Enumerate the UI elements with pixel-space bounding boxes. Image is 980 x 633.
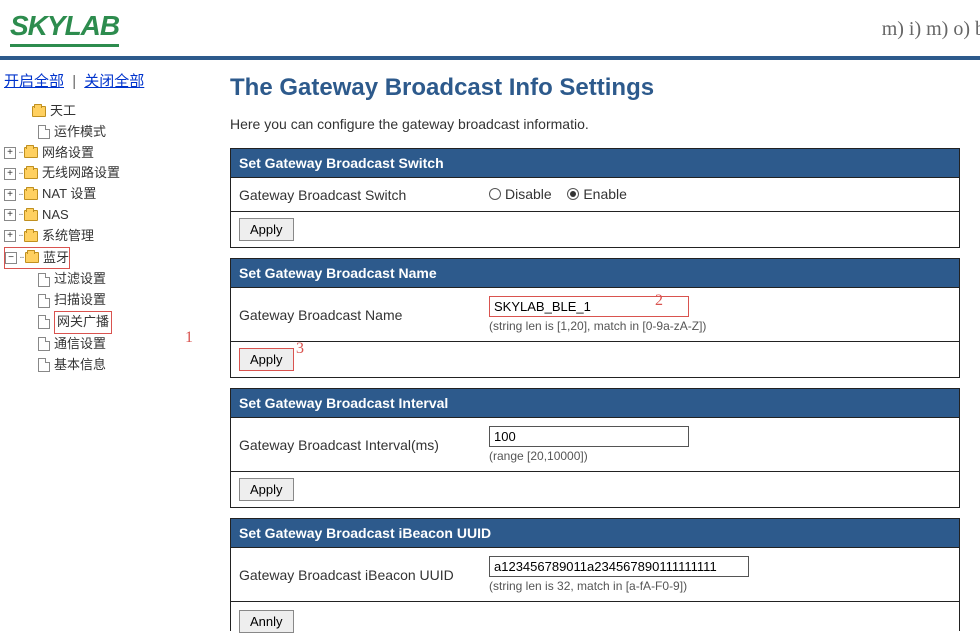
annotation-2: 2	[655, 292, 663, 310]
expand-icon[interactable]: +	[4, 147, 16, 159]
nav-tree: 天工 运作模式 + ··· 网络设置 + ··· 无线网路设置 + ··· NA…	[4, 101, 196, 375]
radio-icon-checked	[567, 188, 579, 200]
apply-button-switch[interactable]: Apply	[239, 218, 294, 241]
tree-item-info[interactable]: 基本信息	[4, 355, 196, 376]
section-header-uuid: Set Gateway Broadcast iBeacon UUID	[230, 518, 960, 548]
folder-icon	[32, 106, 46, 117]
tree-item-comm[interactable]: 通信设置	[4, 334, 196, 355]
page-subtitle: Here you can configure the gateway broad…	[230, 116, 960, 132]
page-title: The Gateway Broadcast Info Settings	[230, 74, 960, 102]
file-icon	[38, 273, 50, 287]
folder-icon	[24, 231, 38, 242]
section-header-name: Set Gateway Broadcast Name	[230, 258, 960, 288]
logo-block: SKYLAB	[10, 10, 119, 47]
annotation-3: 3	[296, 340, 304, 358]
section-body-name: Gateway Broadcast Name (string len is [1…	[230, 288, 960, 342]
label-switch: Gateway Broadcast Switch	[239, 187, 489, 203]
annotation-1: 1	[185, 329, 193, 347]
tree-item-wireless[interactable]: + ··· 无线网路设置	[4, 163, 196, 184]
label-name: Gateway Broadcast Name	[239, 307, 489, 323]
radio-disable[interactable]: Disable	[489, 186, 552, 202]
close-all-link[interactable]: 关闭全部	[84, 73, 144, 90]
tree-controls: 开启全部 | 关闭全部	[4, 70, 196, 91]
collapse-icon[interactable]: −	[5, 252, 17, 264]
expand-icon[interactable]: +	[4, 189, 16, 201]
radio-icon	[489, 188, 501, 200]
file-icon	[38, 294, 50, 308]
radio-enable[interactable]: Enable	[567, 186, 627, 202]
folder-icon	[24, 168, 38, 179]
logo-text: SKYLAB	[10, 10, 119, 42]
tree-item-filter[interactable]: 过滤设置	[4, 269, 196, 290]
logo-underline	[10, 44, 119, 47]
expand-icon[interactable]: +	[4, 209, 16, 221]
folder-icon	[25, 252, 39, 263]
section-body-interval: Gateway Broadcast Interval(ms) (range [2…	[230, 418, 960, 472]
apply-button-name[interactable]: Apply	[239, 348, 294, 371]
file-icon	[38, 358, 50, 372]
file-icon	[38, 315, 50, 329]
label-interval: Gateway Broadcast Interval(ms)	[239, 437, 489, 453]
tree-item-system[interactable]: + ··· 系统管理	[4, 226, 196, 247]
apply-row-uuid: Annly	[230, 602, 960, 631]
tree-item-nat[interactable]: + ··· NAT 设置	[4, 184, 196, 205]
sidebar: 开启全部 | 关闭全部 天工 运作模式 + ··· 网络设置 + ··· 无线网…	[0, 60, 200, 631]
apply-button-interval[interactable]: Apply	[239, 478, 294, 501]
interval-input[interactable]	[489, 426, 689, 447]
section-body-uuid: Gateway Broadcast iBeacon UUID (string l…	[230, 548, 960, 602]
mimo-text: m) i) m) o) b	[882, 18, 980, 41]
open-all-link[interactable]: 开启全部	[4, 73, 64, 90]
tree-item-operation-mode[interactable]: 运作模式	[4, 122, 196, 143]
file-icon	[38, 337, 50, 351]
folder-icon	[24, 210, 38, 221]
tree-item-bluetooth[interactable]: − ··· 蓝牙	[4, 247, 70, 270]
tree-item-nas[interactable]: + ··· NAS	[4, 205, 196, 226]
file-icon	[38, 125, 50, 139]
apply-button-uuid[interactable]: Annly	[239, 610, 294, 633]
tree-item-scan[interactable]: 扫描设置	[4, 290, 196, 311]
app-header: SKYLAB m) i) m) o) b	[0, 0, 980, 60]
hint-uuid: (string len is 32, match in [a-fA-F0-9])	[489, 579, 951, 593]
tree-item-network[interactable]: + ··· 网络设置	[4, 143, 196, 164]
apply-row-name: Apply	[230, 342, 960, 378]
folder-icon	[24, 189, 38, 200]
section-header-interval: Set Gateway Broadcast Interval	[230, 388, 960, 418]
apply-row-interval: Apply	[230, 472, 960, 508]
uuid-input[interactable]	[489, 556, 749, 577]
expand-icon[interactable]: +	[4, 230, 16, 242]
expand-icon[interactable]: +	[4, 168, 16, 180]
hint-interval: (range [20,10000])	[489, 449, 951, 463]
folder-icon	[24, 147, 38, 158]
section-header-switch: Set Gateway Broadcast Switch	[230, 148, 960, 178]
separator: |	[72, 73, 76, 90]
tree-item-tiangong[interactable]: 天工	[4, 101, 196, 122]
main-content: The Gateway Broadcast Info Settings Here…	[200, 60, 980, 631]
apply-row-switch: Apply	[230, 212, 960, 248]
label-uuid: Gateway Broadcast iBeacon UUID	[239, 567, 489, 583]
tree-item-broadcast[interactable]: 网关广播	[4, 311, 196, 334]
hint-name: (string len is [1,20], match in [0-9a-zA…	[489, 319, 951, 333]
section-body-switch: Gateway Broadcast Switch Disable Enable	[230, 178, 960, 212]
